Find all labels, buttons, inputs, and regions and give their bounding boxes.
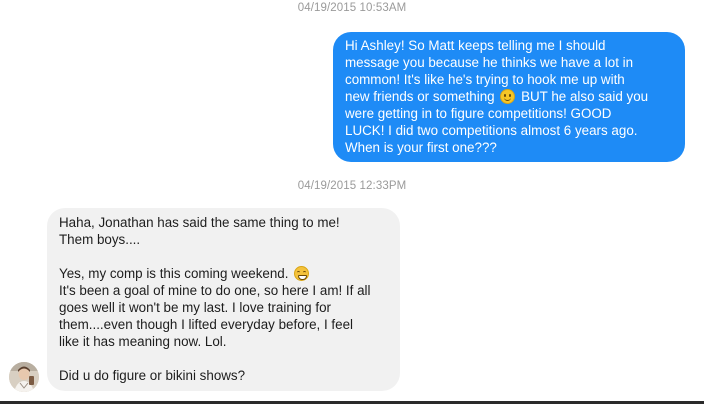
avatar-photo-icon xyxy=(9,362,39,392)
message-line: Them boys.... xyxy=(59,232,141,247)
message-line: them....even though I lifted everyday be… xyxy=(59,317,354,332)
message-line: common! It's like he's trying to hook me… xyxy=(345,72,625,87)
message-line: Hi Ashley! So Matt keeps telling me I sh… xyxy=(345,38,606,53)
message-line: LUCK! I did two competitions almost 6 ye… xyxy=(345,123,638,138)
message-timestamp: 04/19/2015 12:33PM xyxy=(297,180,407,192)
message-timestamp: 04/19/2015 10:53AM xyxy=(297,2,407,14)
sent-message-bubble[interactable]: Hi Ashley! So Matt keeps telling me I sh… xyxy=(333,32,685,162)
grinning-face-emoji-icon xyxy=(294,266,310,281)
message-thread: 04/19/2015 10:53AM Hi Ashley! So Matt ke… xyxy=(0,0,704,404)
message-line: It's been a goal of mine to do one, so h… xyxy=(59,283,371,298)
contact-avatar[interactable] xyxy=(9,362,39,392)
message-text: Yes, my comp is this coming weekend. xyxy=(59,266,289,281)
message-line: Yes, my comp is this coming weekend. xyxy=(59,265,390,282)
message-line: When is your first one??? xyxy=(345,140,497,155)
received-message-bubble[interactable]: Haha, Jonathan has said the same thing t… xyxy=(47,208,400,391)
message-line: Haha, Jonathan has said the same thing t… xyxy=(59,215,340,230)
message-line: message you because he thinks we have a … xyxy=(345,55,634,70)
smiling-face-emoji-icon xyxy=(500,89,516,104)
message-text: BUT he also said you xyxy=(521,89,649,104)
message-line: goes well it won't be my last. I love tr… xyxy=(59,300,331,315)
message-line: new friends or something BUT he also sai… xyxy=(345,88,675,105)
message-text: new friends or something xyxy=(345,89,495,104)
message-line: like it has meaning now. Lol. xyxy=(59,334,227,349)
message-line: were getting in to figure competitions! … xyxy=(345,106,612,121)
message-line: Did u do figure or bikini shows? xyxy=(59,368,246,383)
